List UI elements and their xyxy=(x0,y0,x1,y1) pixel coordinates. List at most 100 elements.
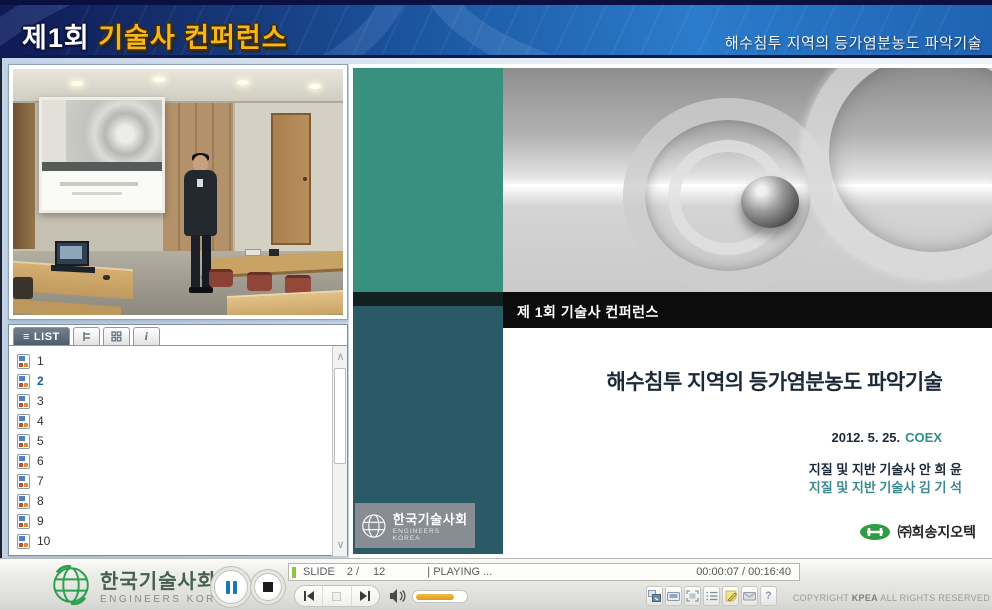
presenter-leg xyxy=(191,235,200,289)
index-button[interactable] xyxy=(703,586,720,606)
list-item[interactable]: 2 xyxy=(17,371,347,391)
list-item-label: 7 xyxy=(37,474,44,488)
presenter-shoes xyxy=(189,287,213,293)
send-button[interactable] xyxy=(741,586,758,606)
table-item xyxy=(245,249,261,256)
slide-thumbnail-icon xyxy=(17,494,30,509)
video-display xyxy=(13,69,343,315)
status-total-slides: 12 xyxy=(373,566,385,578)
org-name-en: ENGINEERS KOREA xyxy=(100,594,234,605)
tab-outline[interactable] xyxy=(73,327,100,345)
slide-content: 해수침투 지역의 등가염분농도 파악기술 2012. 5. 25.COEX 지질… xyxy=(503,328,992,554)
grid-icon xyxy=(111,331,122,342)
outline-tree-icon xyxy=(81,331,92,342)
list-item[interactable]: 8 xyxy=(17,491,347,511)
slide-thumbnail-icon xyxy=(17,434,30,449)
projected-slide-column xyxy=(42,100,66,162)
wide-view-button[interactable] xyxy=(665,586,682,606)
list-item[interactable]: 5 xyxy=(17,431,347,451)
association-logo-box: 한국기술사회 ENGINEERS KOREA xyxy=(355,503,475,548)
list-item-label: 2 xyxy=(37,374,44,388)
control-bar: 한국기술사회 ENGINEERS KOREA SLIDE 2 / 12 | PL… xyxy=(0,558,992,610)
table-item xyxy=(269,249,279,256)
pause-icon xyxy=(233,581,237,594)
tab-thumbnails[interactable] xyxy=(103,327,130,345)
list-item-label: 5 xyxy=(37,434,44,448)
list-item[interactable]: 10 xyxy=(17,531,347,551)
list-item-label: 9 xyxy=(37,514,44,528)
previous-icon xyxy=(304,591,306,601)
projection-screen xyxy=(39,97,165,213)
slide-date: 2012. 5. 25. xyxy=(831,430,900,445)
tab-info[interactable]: i xyxy=(133,327,160,345)
scrollbar-thumb[interactable] xyxy=(334,368,346,464)
list-item[interactable]: 7 xyxy=(17,471,347,491)
help-icon: ? xyxy=(765,590,772,602)
list-item[interactable]: 1 xyxy=(17,351,347,371)
pause-button[interactable] xyxy=(214,570,248,604)
list-item[interactable]: 9 xyxy=(17,511,347,531)
next-icon xyxy=(360,591,367,601)
scroll-down-icon[interactable]: ∨ xyxy=(333,536,348,554)
repeat-icon xyxy=(332,592,341,601)
copyright-suffix: ALL RIGHTS RESERVED xyxy=(880,593,990,603)
swap-view-button[interactable] xyxy=(646,586,663,606)
org-emblem-icon xyxy=(50,564,92,606)
fullscreen-button[interactable] xyxy=(684,586,701,606)
volume-slider[interactable] xyxy=(412,590,468,603)
fullscreen-icon xyxy=(686,590,699,602)
status-tick xyxy=(292,567,296,578)
slide-thumbnail-icon xyxy=(17,454,30,469)
slide-authors: 지질 및 지반 기술사 안 희 윤 지질 및 지반 기술사 김 기 석 xyxy=(503,461,992,497)
status-bar: SLIDE 2 / 12 | PLAYING ... 00:00:07 / 00… xyxy=(288,563,800,581)
list-item[interactable]: 3 xyxy=(17,391,347,411)
transport-controls xyxy=(294,585,380,607)
list-item[interactable]: 4 xyxy=(17,411,347,431)
mute-button[interactable] xyxy=(388,588,406,609)
header-banner: 제1회 기술사 컨퍼런스 해수침투 지역의 등가염분농도 파악기술 xyxy=(0,0,992,58)
association-name-en: ENGINEERS KOREA xyxy=(393,528,470,542)
stop-button[interactable] xyxy=(254,573,282,601)
slide-artwork xyxy=(503,68,992,292)
volume-level[interactable] xyxy=(416,594,454,600)
room-wood-wall-left xyxy=(13,103,35,249)
copyright-prefix: COPYRIGHT xyxy=(793,593,849,603)
slide-author-secondary: 지질 및 지반 기술사 김 기 석 xyxy=(503,479,962,497)
projected-slide-textline xyxy=(60,182,138,186)
slide-venue: COEX xyxy=(905,430,942,445)
list-tabs: ≡ LIST i xyxy=(9,325,347,345)
notes-icon xyxy=(725,590,737,602)
tab-list[interactable]: ≡ LIST xyxy=(13,327,70,345)
chair xyxy=(247,272,272,291)
list-scrollbar[interactable]: ∧ ∨ xyxy=(332,346,347,556)
ceiling-light xyxy=(237,80,249,85)
projected-slide xyxy=(42,100,162,210)
repeat-slide-button[interactable] xyxy=(322,586,350,606)
ceiling-light xyxy=(71,81,83,86)
pause-icon xyxy=(226,581,230,594)
scroll-up-icon[interactable]: ∧ xyxy=(333,348,348,366)
next-slide-button[interactable] xyxy=(351,586,379,606)
list-icon: ≡ xyxy=(23,331,30,343)
help-button[interactable]: ? xyxy=(760,586,777,606)
slide-company-line: ㈜희송지오텍 xyxy=(503,522,992,542)
chair-back-left xyxy=(13,277,33,299)
ceiling-light xyxy=(309,84,321,89)
slide-list: 1 2 3 4 5 6 7 8 9 10 xyxy=(9,346,347,551)
speaker-icon xyxy=(388,588,406,604)
slide-band-title: 제 1회 기술사 컨퍼런스 xyxy=(503,292,992,328)
list-item[interactable]: 6 xyxy=(17,451,347,471)
laptop-screen-glow xyxy=(60,246,82,259)
slide-teal-block-bottom: 한국기술사회 ENGINEERS KOREA xyxy=(353,306,503,554)
info-icon: i xyxy=(145,329,148,344)
list-item-label: 10 xyxy=(37,534,50,548)
slide-date-line: 2012. 5. 25. COEX xyxy=(503,430,992,445)
previous-slide-button[interactable] xyxy=(295,586,322,606)
slide-thumbnail-icon xyxy=(17,394,30,409)
list-item-label: 3 xyxy=(37,394,44,408)
next-icon xyxy=(368,591,370,601)
copyright-notice: COPYRIGHT KPEA ALL RIGHTS RESERVED xyxy=(793,593,990,603)
slide-thumbnail-icon xyxy=(17,534,30,549)
notes-button[interactable] xyxy=(722,586,739,606)
slide-thumbnail-icon xyxy=(17,374,30,389)
